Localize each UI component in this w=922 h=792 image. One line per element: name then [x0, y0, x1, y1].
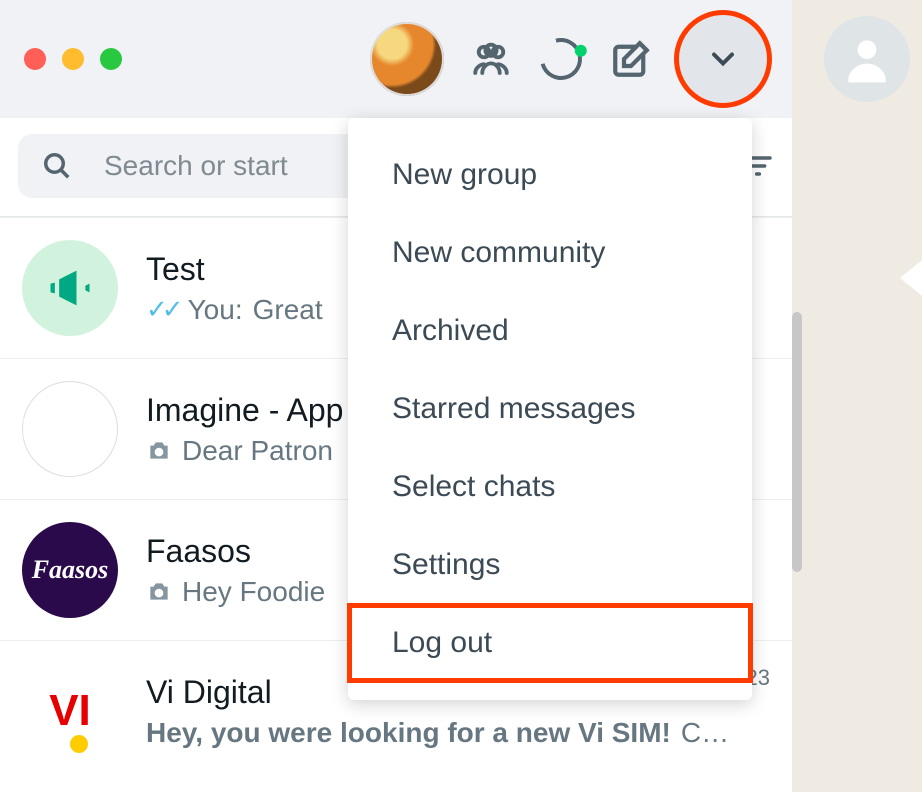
fullscreen-window-button[interactable] [100, 48, 122, 70]
search-icon [42, 151, 72, 181]
person-icon [839, 31, 895, 87]
menu-settings[interactable]: Settings [348, 526, 752, 604]
menu-select-chats[interactable]: Select chats [348, 448, 752, 526]
main-menu-dropdown: New group New community Archived Starred… [348, 118, 752, 700]
chat-preview: Hey, you were looking for a new Vi SIM! … [146, 717, 770, 749]
default-avatar[interactable] [824, 16, 910, 102]
menu-log-out[interactable]: Log out [348, 604, 752, 682]
menu-new-community[interactable]: New community [348, 214, 752, 292]
window-controls [24, 48, 122, 70]
close-window-button[interactable] [24, 48, 46, 70]
annotation-highlight-circle [674, 10, 772, 108]
menu-button[interactable] [678, 14, 768, 104]
chat-avatar: Faasos [22, 522, 118, 618]
chat-sidebar: Search or start Test ✓✓ You: Great [0, 0, 792, 792]
chat-tail-icon [900, 260, 922, 296]
header-bar [0, 0, 792, 118]
camera-icon [146, 438, 172, 464]
search-placeholder: Search or start [104, 150, 288, 182]
scrollbar[interactable] [792, 312, 802, 572]
menu-new-group[interactable]: New group [348, 136, 752, 214]
conversation-pane [792, 0, 922, 792]
chat-avatar [22, 240, 118, 336]
chat-avatar: VI [22, 663, 118, 759]
communities-icon[interactable] [468, 36, 514, 82]
profile-avatar[interactable] [370, 22, 444, 96]
read-receipt-icon: ✓✓ [146, 294, 178, 325]
status-icon[interactable] [538, 36, 584, 82]
chat-avatar: imagine [22, 381, 118, 477]
minimize-window-button[interactable] [62, 48, 84, 70]
menu-starred-messages[interactable]: Starred messages [348, 370, 752, 448]
camera-icon [146, 579, 172, 605]
menu-archived[interactable]: Archived [348, 292, 752, 370]
megaphone-icon [44, 262, 96, 314]
new-chat-icon[interactable] [608, 36, 654, 82]
